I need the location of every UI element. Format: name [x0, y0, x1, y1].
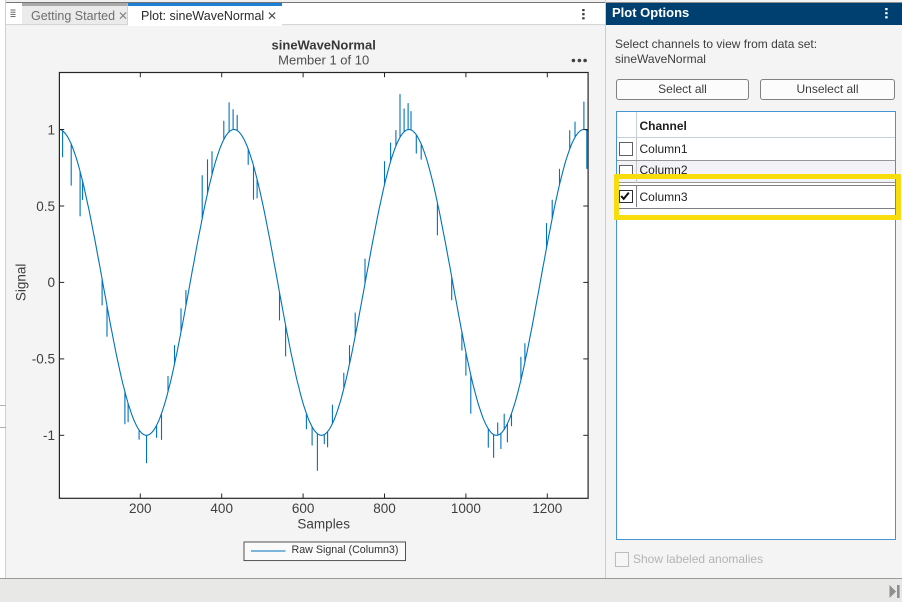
svg-text:600: 600	[292, 501, 315, 516]
svg-text:Samples: Samples	[297, 517, 350, 532]
svg-text:1200: 1200	[532, 501, 562, 516]
svg-text:800: 800	[373, 501, 396, 516]
svg-text:400: 400	[210, 501, 233, 516]
svg-text:Raw Signal (Column3): Raw Signal (Column3)	[292, 544, 399, 556]
svg-text:-0.5: -0.5	[32, 352, 55, 367]
svg-text:Signal: Signal	[14, 264, 29, 302]
svg-text:0.5: 0.5	[36, 199, 55, 214]
svg-text:sineWaveNormal: sineWaveNormal	[272, 37, 376, 52]
svg-text:1000: 1000	[451, 501, 481, 516]
svg-text:Member 1 of 10: Member 1 of 10	[278, 53, 369, 68]
svg-text:0: 0	[47, 275, 55, 290]
svg-text:-1: -1	[43, 428, 55, 443]
svg-text:1: 1	[47, 122, 55, 137]
svg-text:200: 200	[129, 501, 152, 516]
